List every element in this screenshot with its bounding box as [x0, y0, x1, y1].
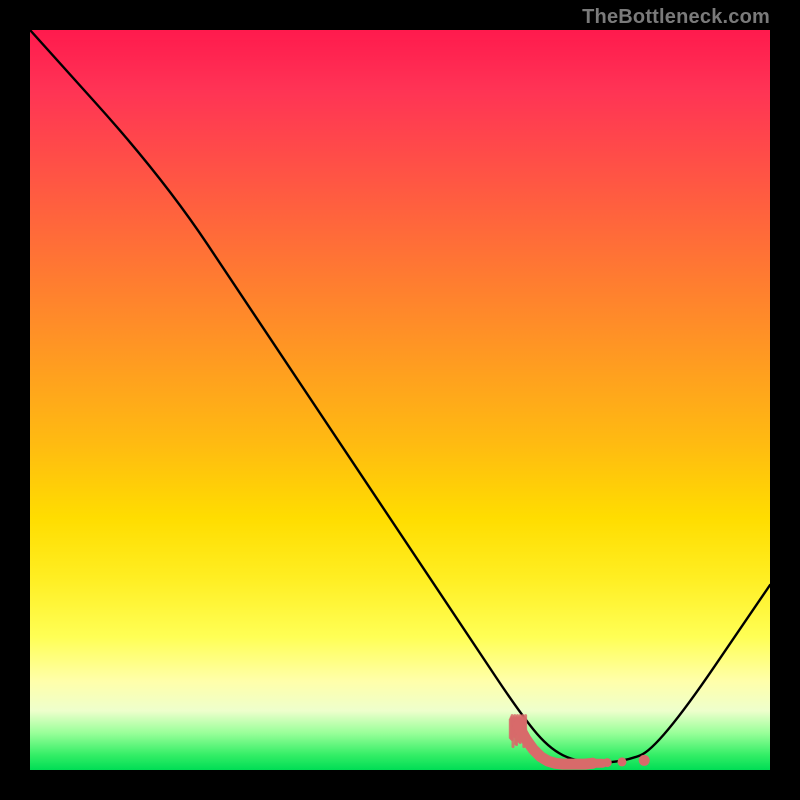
plot-area [30, 30, 770, 770]
optimal-zone-marker [30, 30, 770, 770]
bottleneck-curve [30, 30, 770, 770]
chart-container: TheBottleneck.com [0, 0, 800, 800]
watermark-label: TheBottleneck.com [582, 6, 770, 29]
